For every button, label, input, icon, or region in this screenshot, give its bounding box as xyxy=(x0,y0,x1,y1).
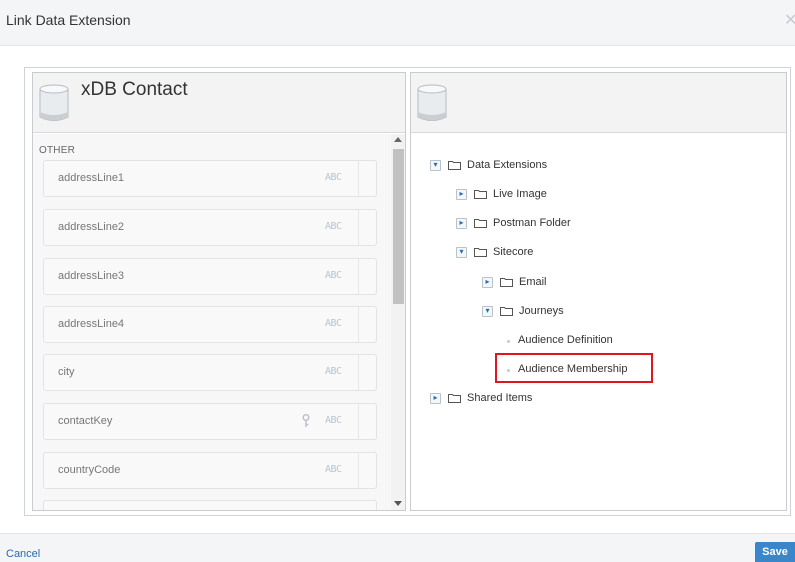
field-row[interactable]: addressLine3 ABC xyxy=(43,258,377,295)
chevron-right-icon: ▸ xyxy=(459,189,464,198)
field-name: city xyxy=(58,366,75,378)
divider xyxy=(358,453,359,488)
target-panel-header xyxy=(411,73,786,133)
section-label: OTHER xyxy=(39,145,75,156)
divider xyxy=(358,210,359,245)
field-name: contactKey xyxy=(58,415,113,427)
tree-node-journeys[interactable]: ▾ Journeys xyxy=(482,304,682,320)
target-panel: ▾ Data Extensions ▸ Live Image ▸ Postman… xyxy=(410,72,787,511)
divider xyxy=(358,355,359,390)
tree-node-label: Sitecore xyxy=(493,246,534,258)
folder-icon xyxy=(474,190,487,199)
tree-node-label: Email xyxy=(519,276,547,288)
field-type-badge: ABC xyxy=(325,366,342,377)
tree-node-sitecore[interactable]: ▾ Sitecore xyxy=(456,245,656,261)
bullet-icon xyxy=(507,340,510,343)
field-row[interactable]: contactKey ABC xyxy=(43,403,377,440)
tree-node-audience-definition[interactable]: Audience Definition xyxy=(507,333,707,349)
tree-node-data-extensions[interactable]: ▾ Data Extensions xyxy=(430,158,630,174)
source-panel: xDB Contact OTHER addressLine1 ABC addre… xyxy=(32,72,406,511)
collapse-toggle[interactable]: ▾ xyxy=(430,160,441,171)
content-frame: xDB Contact OTHER addressLine1 ABC addre… xyxy=(24,67,791,516)
close-icon[interactable]: ✕ xyxy=(784,13,795,29)
tree-node-label: Data Extensions xyxy=(467,159,548,171)
link-data-extension-dialog: Link Data Extension ✕ xDB Contact OTHER … xyxy=(0,0,795,562)
folder-icon xyxy=(474,219,487,228)
folder-open-icon xyxy=(500,307,513,316)
field-name: addressLine4 xyxy=(58,318,125,330)
divider xyxy=(358,404,359,439)
field-type-badge: ABC xyxy=(325,464,342,475)
save-button[interactable]: Save xyxy=(755,542,795,562)
field-name: addressLine3 xyxy=(58,270,125,282)
field-type-badge: ABC xyxy=(325,318,342,329)
folder-icon xyxy=(448,394,461,403)
field-type-badge: ABC xyxy=(325,221,342,232)
scroll-up-icon[interactable] xyxy=(394,137,402,142)
tree-node-shared-items[interactable]: ▸ Shared Items xyxy=(430,391,630,407)
expand-toggle[interactable]: ▸ xyxy=(430,393,441,404)
source-panel-title: xDB Contact xyxy=(81,79,188,100)
scroll-down-icon[interactable] xyxy=(394,501,402,506)
collapse-toggle[interactable]: ▾ xyxy=(482,306,493,317)
field-row[interactable]: addressLine1 ABC xyxy=(43,160,377,197)
divider xyxy=(358,307,359,342)
tree-node-label: Audience Definition xyxy=(518,334,613,346)
database-icon xyxy=(39,84,69,121)
field-name: countryCode xyxy=(58,464,121,476)
dialog-header: Link Data Extension ✕ xyxy=(0,0,795,46)
tree-node-label: Live Image xyxy=(493,188,547,200)
field-list: OTHER addressLine1 ABC addressLine2 ABC … xyxy=(33,134,405,510)
tree-node-label: Postman Folder xyxy=(493,217,571,229)
expand-toggle[interactable]: ▸ xyxy=(456,218,467,229)
folder-open-icon xyxy=(448,161,461,170)
field-row-partial[interactable] xyxy=(43,500,377,510)
tree-node-label: Shared Items xyxy=(467,392,533,404)
chevron-down-icon: ▾ xyxy=(433,160,438,169)
chevron-right-icon: ▸ xyxy=(433,393,438,402)
dialog-footer: Cancel Save xyxy=(0,533,795,562)
folder-open-icon xyxy=(474,248,487,257)
chevron-right-icon: ▸ xyxy=(485,277,490,286)
tree-node-postman-folder[interactable]: ▸ Postman Folder xyxy=(456,216,656,232)
source-panel-header: xDB Contact xyxy=(33,73,405,133)
selection-highlight xyxy=(495,353,653,383)
key-icon xyxy=(302,414,310,427)
collapse-toggle[interactable]: ▾ xyxy=(456,247,467,258)
field-row[interactable]: addressLine2 ABC xyxy=(43,209,377,246)
field-row[interactable]: city ABC xyxy=(43,354,377,391)
field-name: addressLine2 xyxy=(58,221,125,233)
dialog-title: Link Data Extension xyxy=(6,12,131,28)
expand-toggle[interactable]: ▸ xyxy=(456,189,467,200)
cancel-button[interactable]: Cancel xyxy=(6,548,40,560)
field-name: addressLine1 xyxy=(58,172,125,184)
divider xyxy=(358,259,359,294)
chevron-down-icon: ▾ xyxy=(485,306,490,315)
tree-node-label: Journeys xyxy=(519,305,564,317)
divider xyxy=(358,161,359,196)
tree-node-email[interactable]: ▸ Email xyxy=(482,275,682,291)
database-icon xyxy=(417,84,447,121)
expand-toggle[interactable]: ▸ xyxy=(482,277,493,288)
field-list-scrollbar[interactable] xyxy=(391,134,405,510)
field-type-badge: ABC xyxy=(325,172,342,183)
field-type-badge: ABC xyxy=(325,270,342,281)
scroll-thumb[interactable] xyxy=(393,149,404,304)
field-type-badge: ABC xyxy=(325,415,342,426)
folder-tree: ▾ Data Extensions ▸ Live Image ▸ Postman… xyxy=(411,134,786,510)
tree-node-live-image[interactable]: ▸ Live Image xyxy=(456,187,656,203)
chevron-down-icon: ▾ xyxy=(459,247,464,256)
field-row[interactable]: countryCode ABC xyxy=(43,452,377,489)
field-row[interactable]: addressLine4 ABC xyxy=(43,306,377,343)
chevron-right-icon: ▸ xyxy=(459,218,464,227)
folder-icon xyxy=(500,278,513,287)
